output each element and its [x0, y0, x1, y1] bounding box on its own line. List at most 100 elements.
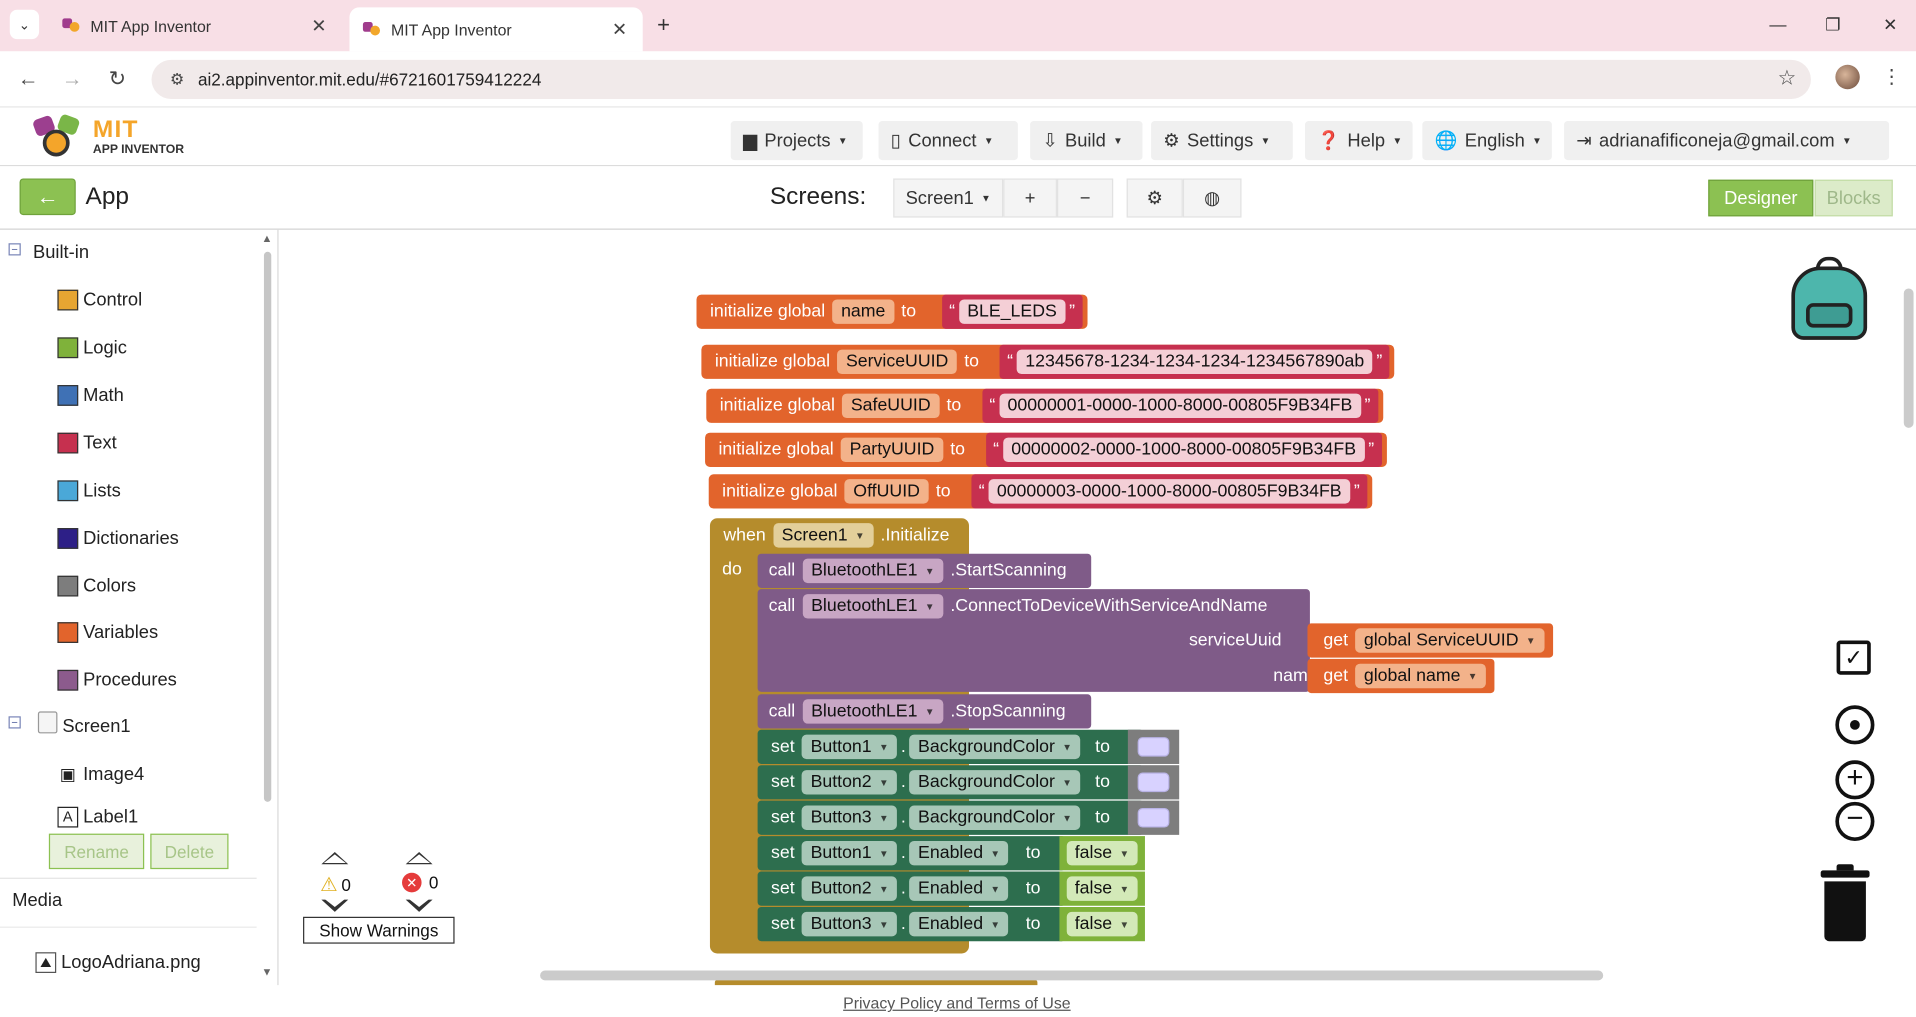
get-global-serviceuuid-block[interactable]: get global ServiceUUID ▼	[1307, 623, 1553, 658]
component-item-label1[interactable]: A Label1	[57, 804, 138, 828]
next-error-arrow-icon[interactable]	[405, 898, 433, 912]
palette-item-procedures[interactable]: Procedures	[57, 666, 177, 693]
collapse-toggle-icon[interactable]: −	[8, 243, 21, 256]
connect-menu[interactable]: ▯ Connect ▼	[878, 121, 1018, 161]
component-item-image4[interactable]: ▣ Image4	[57, 760, 145, 787]
color-block[interactable]	[1128, 729, 1180, 764]
property-dropdown[interactable]: Enabled ▼	[909, 840, 1009, 866]
language-menu[interactable]: 🌐 English ▼	[1422, 121, 1552, 161]
set-button3-enabled-block[interactable]: set Button3 ▼ . Enabled ▼ to false ▼	[757, 906, 1146, 942]
restore-icon[interactable]: ❐	[1815, 10, 1852, 39]
back-button[interactable]: ←	[19, 178, 76, 216]
workspace-horizontal-scrollbar[interactable]	[540, 970, 1604, 981]
set-button1-enabled-block[interactable]: set Button1 ▼ . Enabled ▼ to false ▼	[757, 836, 1146, 871]
component-dropdown[interactable]: Button3 ▼	[802, 805, 898, 830]
cleanup-checkbox-icon[interactable]: ✓	[1836, 640, 1871, 675]
property-dropdown[interactable]: Enabled ▼	[909, 911, 1009, 937]
text-value-field[interactable]: 00000002-0000-1000-8000-00805F9B34FB	[1002, 437, 1365, 463]
global-var-block[interactable]: initialize global PartyUUID to “00000002…	[705, 432, 1387, 467]
scroll-thumb[interactable]	[263, 251, 272, 802]
close-icon[interactable]: ✕	[606, 16, 633, 43]
blocks-button[interactable]: Blocks	[1814, 179, 1893, 217]
designer-button[interactable]: Designer	[1708, 179, 1814, 217]
settings-menu[interactable]: ⚙ Settings ▼	[1151, 121, 1293, 161]
text-value-field[interactable]: BLE_LEDS	[958, 299, 1066, 324]
var-name-field[interactable]: SafeUUID	[842, 393, 940, 419]
backpack-icon[interactable]	[1786, 256, 1868, 345]
palette-item-math[interactable]: Math	[57, 381, 124, 408]
component-dropdown[interactable]: BluetoothLE1 ▼	[802, 699, 944, 724]
browser-tab-2[interactable]: MIT App Inventor ✕	[349, 7, 643, 52]
component-dropdown[interactable]: Button3 ▼	[802, 911, 898, 937]
delete-button[interactable]: Delete	[150, 833, 229, 870]
text-block[interactable]: “00000003-0000-1000-8000-00805F9B34FB”	[971, 474, 1368, 509]
var-name-field[interactable]: OffUUID	[844, 479, 929, 504]
palette-item-text[interactable]: Text	[57, 429, 117, 456]
event-component-dropdown[interactable]: Screen1 ▼	[773, 523, 874, 548]
set-button3-backgroundcolor-block[interactable]: set Button3 ▼ . BackgroundColor ▼ to	[757, 800, 1180, 835]
component-dropdown[interactable]: Button2 ▼	[802, 876, 898, 901]
component-dropdown[interactable]: BluetoothLE1 ▼	[802, 558, 944, 584]
account-menu[interactable]: ⇥ adrianafificoneja@gmail.com ▼	[1564, 121, 1890, 161]
global-var-block[interactable]: initialize global name to “BLE_LEDS”	[696, 294, 1088, 329]
tab-list-icon[interactable]: ⌄	[9, 9, 40, 40]
privacy-policy-link[interactable]: Privacy Policy and Terms of Use	[843, 994, 1070, 1012]
component-dropdown[interactable]: Button1 ▼	[802, 840, 898, 866]
projects-menu[interactable]: ▆ Projects ▼	[730, 121, 863, 161]
set-button1-backgroundcolor-block[interactable]: set Button1 ▼ . BackgroundColor ▼ to	[757, 729, 1180, 764]
prev-warning-arrow-icon[interactable]	[321, 851, 349, 865]
scroll-up-icon[interactable]: ▲	[261, 232, 272, 244]
var-name-field[interactable]: PartyUUID	[841, 437, 943, 463]
reload-icon[interactable]: ↻	[101, 64, 133, 96]
next-warning-arrow-icon[interactable]	[321, 898, 349, 912]
palette-item-variables[interactable]: Variables	[57, 619, 158, 646]
color-swatch-icon[interactable]	[1138, 807, 1170, 828]
palette-item-lists[interactable]: Lists	[57, 477, 121, 504]
mit-app-inventor-logo[interactable]: MIT APP INVENTOR	[27, 112, 210, 161]
back-arrow-icon[interactable]: ←	[12, 64, 44, 96]
palette-item-colors[interactable]: Colors	[57, 572, 136, 599]
palette-item-logic[interactable]: Logic	[57, 334, 127, 361]
var-name-field[interactable]: ServiceUUID	[837, 349, 957, 375]
global-var-block[interactable]: initialize global ServiceUUID to “123456…	[701, 344, 1395, 379]
property-dropdown[interactable]: BackgroundColor ▼	[909, 805, 1081, 830]
text-block[interactable]: “12345678-1234-1234-1234-1234567890ab”	[999, 344, 1390, 379]
palette-item-control[interactable]: Control	[57, 286, 142, 313]
build-menu[interactable]: ⇩ Build ▼	[1030, 121, 1143, 161]
boolean-dropdown[interactable]: false ▼	[1066, 840, 1138, 866]
text-block[interactable]: “00000002-0000-1000-8000-00805F9B34FB”	[985, 432, 1382, 467]
text-block[interactable]: “00000001-0000-1000-8000-00805F9B34FB”	[982, 388, 1378, 423]
forward-arrow-icon[interactable]: →	[56, 64, 88, 96]
palette-item-dictionaries[interactable]: Dictionaries	[57, 524, 179, 551]
prev-error-arrow-icon[interactable]	[405, 851, 433, 865]
component-dropdown[interactable]: Button1 ▼	[802, 734, 898, 760]
zoom-in-icon[interactable]: +	[1835, 760, 1875, 800]
add-screen-button[interactable]: +	[1003, 178, 1057, 218]
collapse-toggle-icon[interactable]: −	[8, 716, 21, 729]
help-menu[interactable]: ❓ Help ▼	[1305, 121, 1413, 161]
color-swatch-icon[interactable]	[1138, 737, 1170, 757]
zoom-out-icon[interactable]: −	[1835, 801, 1875, 841]
var-dropdown[interactable]: global ServiceUUID ▼	[1355, 628, 1545, 653]
text-value-field[interactable]: 00000001-0000-1000-8000-00805F9B34FB	[998, 393, 1361, 419]
component-dropdown[interactable]: Button2 ▼	[802, 770, 898, 795]
boolean-dropdown[interactable]: false ▼	[1066, 911, 1138, 937]
workspace-vertical-scrollbar[interactable]	[1903, 288, 1914, 428]
new-tab-icon[interactable]: +	[650, 11, 677, 38]
blocks-workspace[interactable]: initialize global name to “BLE_LEDS” ini…	[278, 229, 1916, 986]
component-dropdown[interactable]: BluetoothLE1 ▼	[802, 594, 944, 619]
color-block[interactable]	[1128, 765, 1180, 800]
text-block[interactable]: “BLE_LEDS”	[941, 294, 1083, 329]
bookmark-star-icon[interactable]: ☆	[1778, 66, 1797, 90]
publish-button[interactable]: ◍	[1182, 178, 1242, 218]
boolean-block[interactable]: false ▼	[1058, 871, 1146, 906]
show-warnings-button[interactable]: Show Warnings	[303, 916, 455, 944]
palette-scrollbar[interactable]: ▲ ▼	[261, 232, 273, 978]
rename-button[interactable]: Rename	[48, 833, 145, 870]
boolean-dropdown[interactable]: false ▼	[1066, 876, 1138, 901]
global-var-block[interactable]: initialize global OffUUID to “00000003-0…	[708, 474, 1372, 509]
color-block[interactable]	[1128, 800, 1180, 835]
text-value-field[interactable]: 12345678-1234-1234-1234-1234567890ab	[1016, 349, 1373, 375]
media-item[interactable]: ⛰ LogoAdriana.png	[35, 949, 201, 976]
site-settings-icon[interactable]: ⚙	[161, 70, 193, 90]
